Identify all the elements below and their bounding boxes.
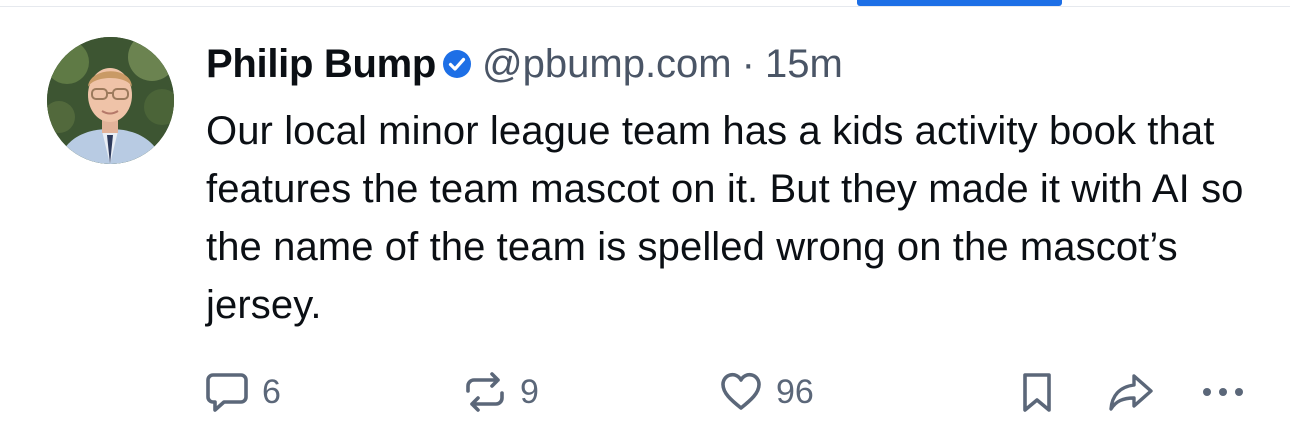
more-dots-icon — [1198, 369, 1248, 415]
top-divider — [0, 6, 1290, 7]
reply-count: 6 — [262, 372, 281, 411]
reply-button[interactable]: 6 — [204, 366, 281, 418]
author-handle[interactable]: @pbump.com — [482, 39, 732, 89]
post-timestamp[interactable]: 15m — [765, 39, 843, 89]
meta-separator: · — [741, 42, 755, 86]
verified-check-icon[interactable] — [442, 49, 472, 79]
like-button[interactable]: 96 — [718, 366, 814, 418]
post-header: Philip Bump @pbump.com · 15m — [206, 39, 843, 89]
post-text: Our local minor league team has a kids a… — [206, 109, 1244, 327]
repost-count: 9 — [520, 372, 539, 411]
like-count: 96 — [776, 372, 814, 411]
author-display-name[interactable]: Philip Bump — [206, 39, 436, 89]
heart-icon — [718, 369, 764, 415]
share-button[interactable] — [1106, 366, 1156, 418]
bookmark-button[interactable] — [1016, 366, 1058, 418]
active-tab-indicator — [857, 0, 1062, 6]
share-arrow-icon — [1106, 369, 1156, 415]
more-options-button[interactable] — [1198, 366, 1248, 418]
bookmark-icon — [1016, 369, 1058, 415]
repost-button[interactable]: 9 — [462, 366, 539, 418]
author-avatar[interactable] — [47, 37, 174, 164]
reply-bubble-icon — [204, 369, 250, 415]
repost-icon — [462, 369, 508, 415]
